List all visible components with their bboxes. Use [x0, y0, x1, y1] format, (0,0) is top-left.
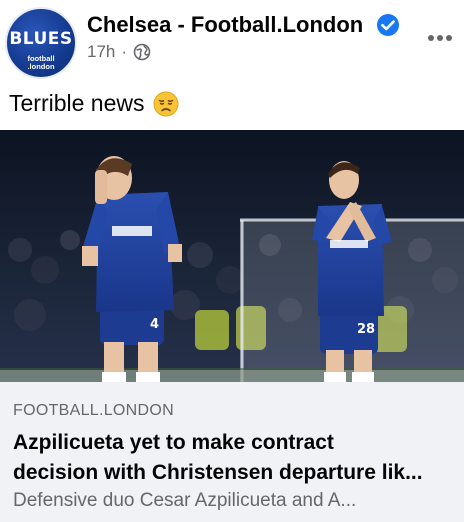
- more-options-icon[interactable]: [428, 28, 460, 44]
- link-domain: FOOTBALL.LONDON: [13, 402, 174, 419]
- verified-badge-icon: [377, 14, 399, 36]
- page-name-link[interactable]: Chelsea - Football.London: [87, 12, 363, 38]
- shirt-number-left: 4: [150, 317, 159, 332]
- link-title: Azpilicueta yet to make contract decisio…: [13, 428, 459, 488]
- shirt-number-right: 28: [357, 322, 375, 337]
- post-message: Terrible news: [9, 90, 145, 116]
- link-title-line-2: decision with Christensen departure lik.…: [13, 461, 423, 484]
- post-header: BLUES football .london Chelsea - Footbal…: [0, 0, 464, 82]
- disappointed-face-icon: [153, 91, 178, 116]
- post-timestamp[interactable]: 17h: [87, 42, 115, 62]
- page-avatar[interactable]: BLUES football .london: [5, 7, 77, 79]
- post-meta: 17h ·: [87, 42, 151, 62]
- link-preview-card[interactable]: FOOTBALL.LONDON Azpilicueta yet to make …: [0, 382, 464, 522]
- post-text: Terrible news: [9, 90, 179, 117]
- link-title-line-1: Azpilicueta yet to make contract: [13, 431, 334, 454]
- football-photo: 4 28: [0, 130, 464, 382]
- avatar-logo-text: BLUES: [9, 29, 73, 49]
- link-description: Defensive duo Cesar Azpilicueta and A...: [13, 490, 357, 511]
- globe-icon: [133, 43, 151, 61]
- avatar-logo-subtext: football .london: [27, 54, 55, 71]
- meta-separator: ·: [121, 42, 128, 61]
- link-preview-image[interactable]: 4 28: [0, 130, 464, 382]
